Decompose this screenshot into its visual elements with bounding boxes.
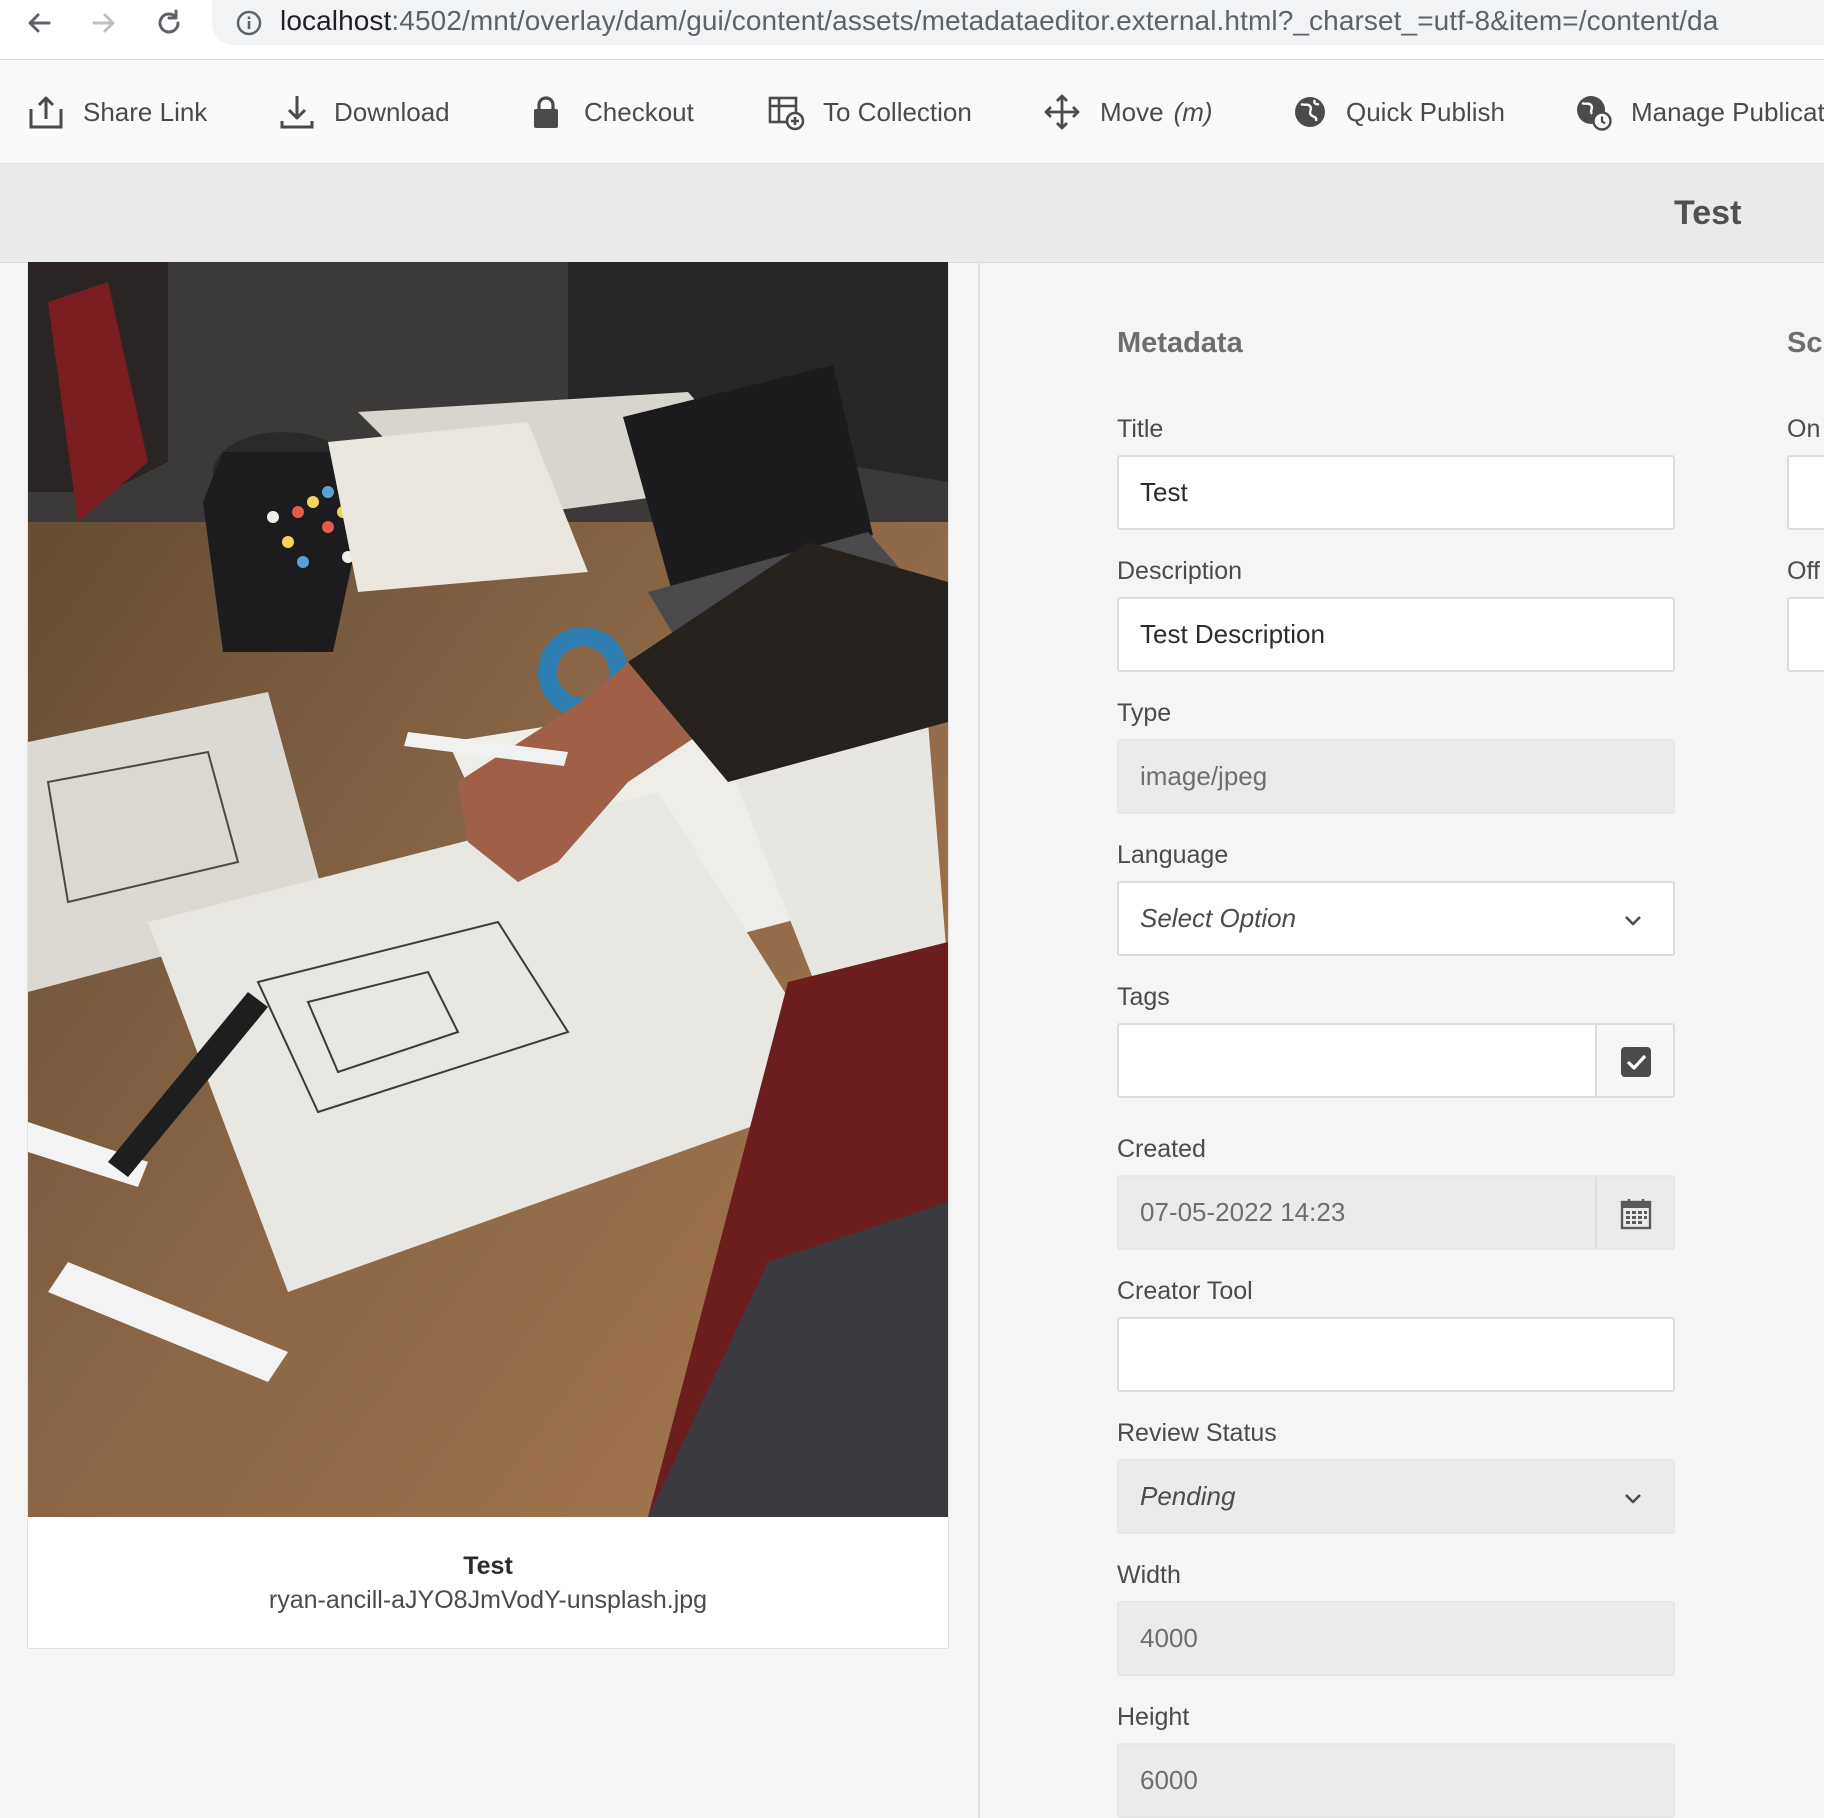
share-link-button[interactable]: Share Link — [27, 93, 207, 133]
height-field: 6000 — [1117, 1743, 1675, 1818]
schedule-section-title: Sch — [1787, 327, 1824, 359]
url-path: :4502/mnt/overlay/dam/gui/content/assets… — [391, 5, 1719, 36]
asset-filename: ryan-ancill-aJYO8JmVodY-unsplash.jpg — [268, 1586, 708, 1614]
chevron-down-icon — [1623, 910, 1643, 930]
width-label: Width — [1117, 1561, 1181, 1589]
share-link-label: Share Link — [83, 97, 208, 127]
move-icon — [1043, 93, 1081, 131]
type-label: Type — [1117, 699, 1172, 727]
panel-divider — [978, 262, 980, 1818]
quick-publish-label: Quick Publish — [1346, 97, 1505, 127]
language-label: Language — [1117, 841, 1229, 869]
back-icon[interactable] — [22, 6, 56, 40]
creator-tool-label: Creator Tool — [1117, 1277, 1253, 1305]
page-title: Test — [1674, 194, 1742, 232]
move-label: Move (m) — [1100, 97, 1213, 128]
on-time-label: On — [1787, 415, 1821, 443]
manage-publication-button[interactable]: Manage Publicatio — [1574, 93, 1824, 133]
globe-clock-icon — [1574, 93, 1612, 131]
to-collection-button[interactable]: To Collection — [767, 93, 972, 133]
chevron-down-icon — [1623, 1488, 1643, 1508]
url-host: localhost — [280, 5, 392, 36]
width-value: 4000 — [1140, 1623, 1198, 1653]
created-label: Created — [1117, 1135, 1206, 1163]
checkout-button[interactable]: Checkout — [527, 93, 694, 133]
move-button[interactable]: Move (m) — [1043, 93, 1223, 133]
created-value: 07-05-2022 14:23 — [1140, 1197, 1346, 1227]
title-bar: Test — [0, 164, 1824, 263]
calendar-icon — [1620, 1199, 1652, 1230]
checkout-label: Checkout — [584, 97, 694, 127]
asset-thumbnail[interactable] — [28, 262, 948, 1517]
review-status-label: Review Status — [1117, 1419, 1277, 1447]
on-time-input[interactable] — [1787, 455, 1824, 530]
off-time-label: Off — [1787, 557, 1820, 585]
height-value: 6000 — [1140, 1765, 1198, 1795]
reload-icon[interactable] — [152, 6, 186, 40]
move-shortcut: (m) — [1173, 97, 1213, 127]
metadata-section-title: Metadata — [1117, 327, 1243, 359]
action-toolbar: Share Link Download Checkout To Collecti… — [0, 60, 1824, 164]
language-value: Select Option — [1140, 903, 1297, 933]
title-input[interactable]: Test — [1117, 455, 1675, 530]
info-icon[interactable] — [234, 8, 264, 38]
title-label: Title — [1117, 415, 1164, 443]
download-icon — [278, 93, 316, 131]
asset-title: Test — [463, 1552, 513, 1580]
description-input[interactable]: Test Description — [1117, 597, 1675, 672]
tags-input[interactable] — [1117, 1023, 1675, 1098]
manage-publication-label: Manage Publicatio — [1631, 97, 1824, 127]
height-label: Height — [1117, 1703, 1190, 1731]
creator-tool-input[interactable] — [1117, 1317, 1675, 1392]
browser-bar: localhost:4502/mnt/overlay/dam/gui/conte… — [0, 0, 1824, 60]
description-label: Description — [1117, 557, 1243, 585]
forward-icon[interactable] — [87, 6, 121, 40]
title-value: Test — [1140, 477, 1188, 507]
review-status-value: Pending — [1140, 1481, 1236, 1511]
tag-picker-button[interactable] — [1595, 1025, 1673, 1096]
checkbox-icon — [1621, 1047, 1651, 1077]
to-collection-label: To Collection — [823, 97, 972, 127]
lock-icon — [527, 93, 565, 131]
review-status-select[interactable]: Pending — [1117, 1459, 1675, 1534]
tags-label: Tags — [1117, 983, 1170, 1011]
description-value: Test Description — [1140, 619, 1325, 649]
download-label: Download — [334, 97, 450, 127]
language-select[interactable]: Select Option — [1117, 881, 1675, 956]
globe-icon — [1291, 93, 1329, 131]
created-field: 07-05-2022 14:23 — [1117, 1175, 1675, 1250]
type-field: image/jpeg — [1117, 739, 1675, 814]
url-text[interactable]: localhost:4502/mnt/overlay/dam/gui/conte… — [280, 5, 1718, 37]
address-bar[interactable]: localhost:4502/mnt/overlay/dam/gui/conte… — [212, 0, 1824, 45]
collection-add-icon — [767, 93, 805, 131]
off-time-input[interactable] — [1787, 597, 1824, 672]
calendar-button[interactable] — [1595, 1177, 1673, 1248]
asset-preview-card: Test ryan-ancill-aJYO8JmVodY-unsplash.jp… — [27, 262, 949, 1649]
type-value: image/jpeg — [1140, 761, 1268, 791]
width-field: 4000 — [1117, 1601, 1675, 1676]
share-icon — [27, 93, 65, 131]
move-label-text: Move — [1100, 97, 1164, 127]
download-button[interactable]: Download — [278, 93, 450, 133]
quick-publish-button[interactable]: Quick Publish — [1291, 93, 1505, 133]
